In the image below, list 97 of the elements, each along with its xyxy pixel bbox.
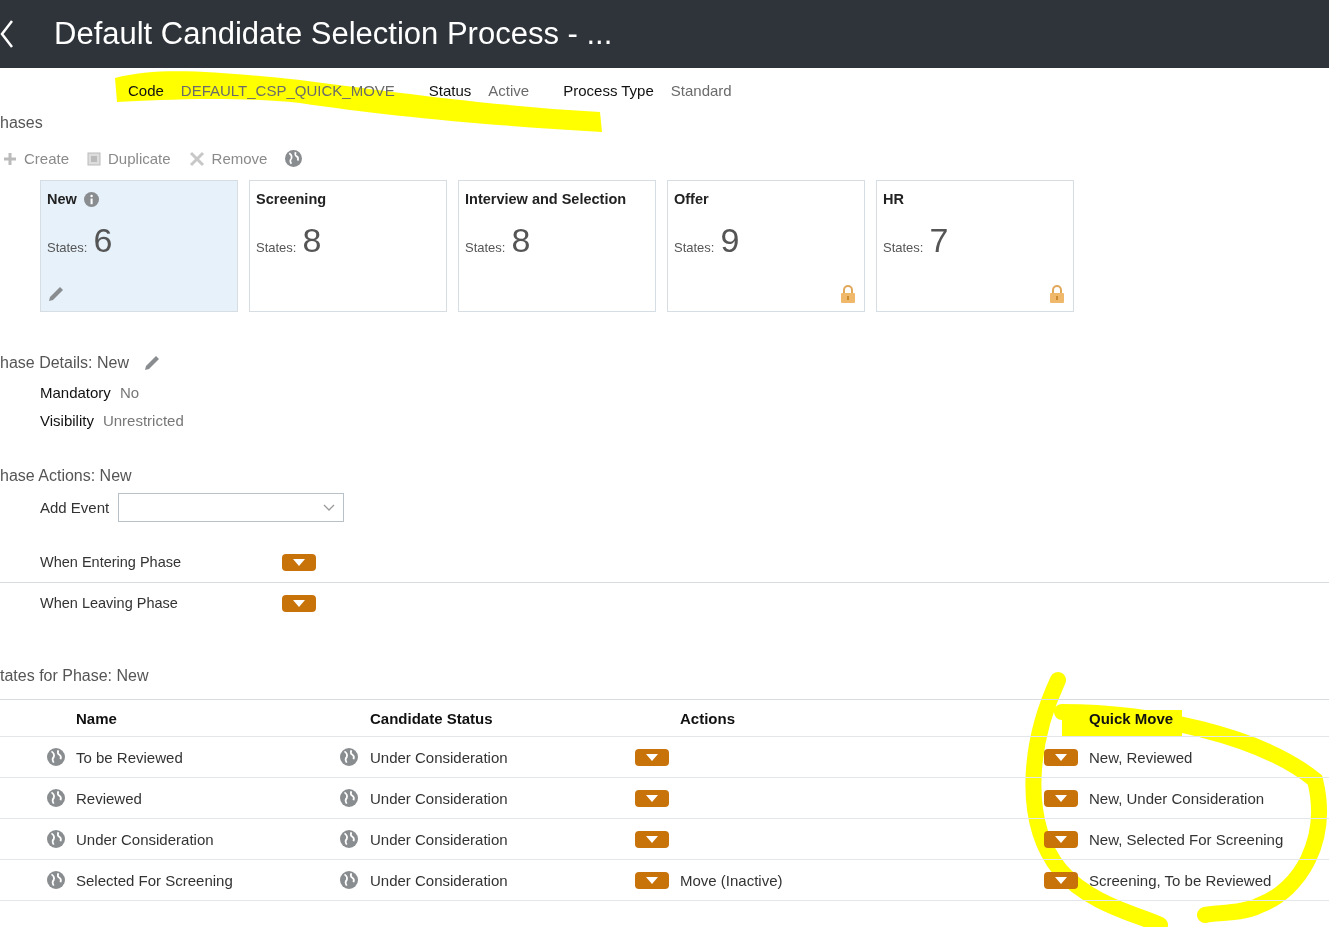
table-cell-text: Selected For Screening	[76, 871, 234, 889]
window-title: Default Candidate Selection Process - ...	[54, 16, 613, 52]
event-dropdown[interactable]	[118, 493, 345, 522]
field-value: Active	[488, 81, 530, 99]
phase-card[interactable]: New States: 6	[40, 180, 238, 312]
field-label: Status	[428, 81, 472, 99]
caret-icon	[293, 558, 305, 566]
table-cell-text: Under Consideration	[370, 871, 509, 889]
phase-card[interactable]: Screening States: 8	[249, 180, 447, 312]
caret-icon	[1055, 794, 1067, 802]
lock-icon	[840, 285, 856, 303]
copy-icon	[87, 151, 102, 166]
field-value: Standard	[670, 81, 732, 99]
states-count: 7	[929, 223, 949, 257]
back-icon[interactable]	[0, 19, 14, 49]
dropdown-button[interactable]	[635, 871, 669, 889]
dropdown-button[interactable]	[282, 594, 316, 612]
phase-name: New	[47, 191, 77, 207]
table-cell-text: To be Reviewed	[76, 748, 184, 766]
globe-icon[interactable]	[47, 830, 65, 848]
table-cell-text: Under Consideration	[76, 830, 215, 848]
globe-icon[interactable]	[340, 789, 358, 807]
chevron-down-icon	[323, 503, 336, 512]
table-cell-text: Under Consideration	[370, 748, 509, 766]
table-cell-text: Under Consideration	[370, 789, 509, 807]
pencil-icon[interactable]	[142, 354, 161, 372]
phase-card[interactable]: HR States: 7	[876, 180, 1074, 312]
table-cell-text: Reviewed	[76, 789, 143, 807]
globe-icon[interactable]	[47, 748, 65, 766]
states-label: States:	[47, 240, 88, 255]
dropdown-button[interactable]	[635, 789, 669, 807]
column-header: Quick Move	[1089, 709, 1175, 727]
dropdown-button[interactable]	[635, 748, 669, 766]
field-label: Visibility	[40, 412, 94, 429]
field-value: Unrestricted	[102, 412, 184, 429]
field-label: Process Type	[563, 81, 654, 99]
states-count: 9	[720, 223, 740, 257]
caret-icon	[646, 794, 658, 802]
column-header: Actions	[680, 709, 736, 727]
table-cell-text: Screening, To be Reviewed	[1089, 871, 1273, 889]
caret-icon	[1055, 835, 1067, 843]
table-cell-text: Under Consideration	[370, 830, 509, 848]
table-cell-text: Move (Inactive)	[680, 871, 784, 889]
dropdown-button[interactable]	[1044, 748, 1078, 766]
table-cell-text: New, Reviewed	[1089, 748, 1194, 766]
section-heading: hase Details: New	[0, 354, 129, 372]
pencil-icon[interactable]	[47, 285, 65, 303]
states-count: 6	[93, 223, 113, 257]
states-label: States:	[883, 240, 924, 255]
dropdown-button[interactable]	[1044, 830, 1078, 848]
dropdown-button[interactable]	[1044, 871, 1078, 889]
phase-card[interactable]: Offer States: 9	[667, 180, 865, 312]
globe-icon[interactable]	[47, 871, 65, 889]
caret-icon	[1055, 876, 1067, 884]
event-label: When Leaving Phase	[40, 595, 179, 611]
lock-icon	[1049, 285, 1065, 303]
field-label: Code	[128, 81, 164, 99]
create-button[interactable]: Create	[3, 150, 70, 167]
table-cell-text: New, Selected For Screening	[1089, 830, 1285, 848]
caret-icon	[646, 835, 658, 843]
table-cell-text: New, Under Consideration	[1089, 789, 1266, 807]
field-label: Mandatory	[40, 384, 111, 401]
states-label: States:	[674, 240, 715, 255]
event-label: When Entering Phase	[40, 554, 183, 570]
states-count: 8	[511, 223, 531, 257]
column-header: Candidate Status	[370, 709, 494, 727]
dropdown-button[interactable]	[635, 830, 669, 848]
phase-card[interactable]: Interview and Selection States: 8	[458, 180, 656, 312]
section-heading: hase Actions: New	[0, 467, 133, 485]
globe-icon[interactable]	[47, 789, 65, 807]
section-heading: hases	[0, 114, 44, 132]
info-icon[interactable]	[83, 191, 99, 207]
globe-icon[interactable]	[285, 150, 303, 167]
caret-icon	[293, 599, 305, 607]
globe-icon[interactable]	[340, 830, 358, 848]
column-header: Name	[76, 709, 118, 727]
phase-name: Screening	[256, 191, 327, 207]
section-heading: tates for Phase: New	[0, 667, 150, 685]
field-label: Add Event	[40, 499, 110, 516]
phase-name: Offer	[674, 191, 709, 207]
globe-icon[interactable]	[340, 871, 358, 889]
cross-icon	[188, 150, 205, 167]
phase-name: Interview and Selection	[465, 191, 627, 207]
states-label: States:	[256, 240, 297, 255]
field-value: DEFAULT_CSP_QUICK_MOVE	[180, 81, 395, 99]
globe-icon[interactable]	[340, 748, 358, 766]
dropdown-button[interactable]	[282, 553, 316, 571]
caret-icon	[1055, 753, 1067, 761]
duplicate-button[interactable]: Duplicate	[87, 150, 171, 167]
states-label: States:	[465, 240, 506, 255]
caret-icon	[646, 753, 658, 761]
caret-icon	[646, 876, 658, 884]
field-value: No	[119, 384, 140, 401]
phase-name: HR	[883, 191, 904, 207]
dropdown-button[interactable]	[1044, 789, 1078, 807]
plus-icon	[3, 151, 17, 166]
states-count: 8	[302, 223, 322, 257]
